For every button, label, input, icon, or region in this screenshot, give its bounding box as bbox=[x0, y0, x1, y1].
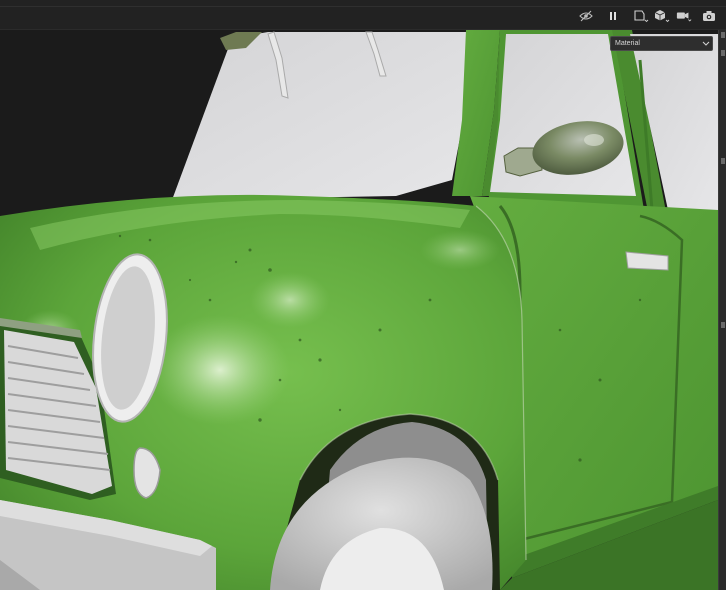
screenshot-icon[interactable] bbox=[701, 9, 717, 23]
car-model[interactable] bbox=[0, 30, 718, 590]
display-icon[interactable] bbox=[654, 9, 670, 23]
right-panel-edge[interactable] bbox=[718, 30, 726, 590]
painter-app: Material bbox=[0, 0, 726, 590]
3d-viewport[interactable]: Material bbox=[0, 30, 718, 590]
hide-ui-icon[interactable] bbox=[578, 9, 594, 23]
panel-handle[interactable] bbox=[721, 158, 725, 164]
view-mode-icon[interactable] bbox=[633, 9, 649, 23]
viewport-toolbar bbox=[0, 0, 726, 30]
toolbar-divider bbox=[0, 6, 726, 7]
camera-icon[interactable] bbox=[676, 9, 692, 23]
panel-handle[interactable] bbox=[721, 50, 725, 56]
chevron-down-icon bbox=[700, 37, 712, 50]
channel-dropdown[interactable]: Material bbox=[610, 36, 713, 51]
pause-icon[interactable] bbox=[605, 9, 621, 23]
panel-handle[interactable] bbox=[721, 322, 725, 328]
panel-handle[interactable] bbox=[721, 32, 725, 38]
channel-dropdown-label: Material bbox=[615, 40, 640, 47]
